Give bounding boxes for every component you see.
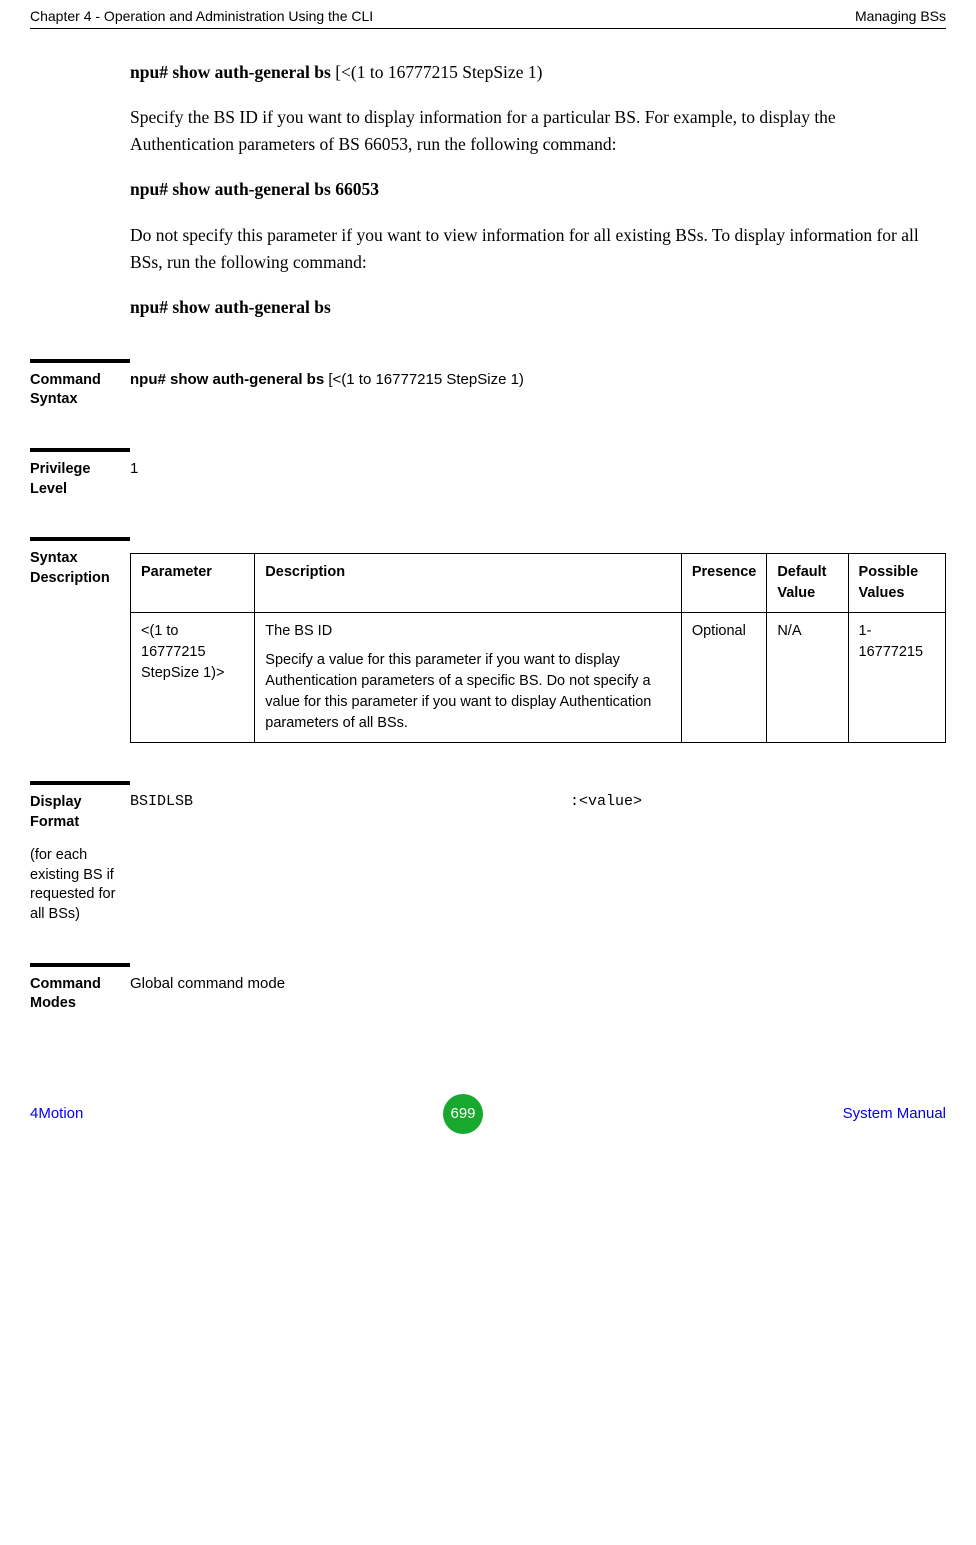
paragraph-1: Specify the BS ID if you want to display… bbox=[130, 104, 936, 158]
td-description: The BS ID Specify a value for this param… bbox=[255, 613, 682, 743]
content-command-syntax: npu# show auth-general bs [<(1 to 167772… bbox=[130, 359, 946, 390]
section-display-format: Display Format (for each existing BS if … bbox=[30, 781, 946, 924]
label-syntax-description: Syntax Description bbox=[30, 537, 130, 588]
command-line-3: npu# show auth-general bs bbox=[130, 294, 936, 321]
desc-p2: Specify a value for this parameter if yo… bbox=[265, 650, 671, 734]
content-command-modes: Global command mode bbox=[130, 963, 946, 994]
label-command-syntax: Command Syntax bbox=[30, 359, 130, 410]
cmd-syntax-rest: [<(1 to 16777215 StepSize 1) bbox=[328, 371, 524, 388]
desc-p1: The BS ID bbox=[265, 621, 671, 642]
label-command-modes: Command Modes bbox=[30, 963, 130, 1014]
display-format-key: BSIDLSB bbox=[130, 791, 570, 812]
td-default-value: N/A bbox=[767, 613, 848, 743]
command-line-2: npu# show auth-general bs 66053 bbox=[130, 176, 936, 203]
syntax-table: Parameter Description Presence Default V… bbox=[130, 553, 946, 743]
section-syntax-description: Syntax Description Parameter Description… bbox=[30, 537, 946, 743]
td-parameter: <(1 to 16777215 StepSize 1)> bbox=[131, 613, 255, 743]
section-command-modes: Command Modes Global command mode bbox=[30, 963, 946, 1014]
header-right: Managing BSs bbox=[855, 8, 946, 24]
section-command-syntax: Command Syntax npu# show auth-general bs… bbox=[30, 359, 946, 410]
content-privilege-level: 1 bbox=[130, 448, 946, 479]
label-privilege-level: Privilege Level bbox=[30, 448, 130, 499]
table-row: <(1 to 16777215 StepSize 1)> The BS ID S… bbox=[131, 613, 946, 743]
table-header-row: Parameter Description Presence Default V… bbox=[131, 554, 946, 613]
page-number-badge: 699 bbox=[443, 1094, 483, 1134]
header-rule bbox=[30, 28, 946, 29]
page-footer: 4Motion 699 System Manual bbox=[0, 1094, 976, 1152]
footer-left: 4Motion bbox=[30, 1105, 83, 1122]
label-display-format: Display Format (for each existing BS if … bbox=[30, 781, 130, 924]
paragraph-2: Do not specify this parameter if you wan… bbox=[130, 222, 936, 276]
page-header: Chapter 4 - Operation and Administration… bbox=[30, 0, 946, 28]
th-description: Description bbox=[255, 554, 682, 613]
content-syntax-description: Parameter Description Presence Default V… bbox=[130, 537, 946, 743]
th-possible-values: Possible Values bbox=[848, 554, 945, 613]
cmd1-bold: npu# show auth-general bs bbox=[130, 62, 335, 82]
header-left: Chapter 4 - Operation and Administration… bbox=[30, 8, 373, 24]
th-parameter: Parameter bbox=[131, 554, 255, 613]
body-content: npu# show auth-general bs [<(1 to 167772… bbox=[130, 59, 936, 321]
th-presence: Presence bbox=[681, 554, 767, 613]
command-line-1: npu# show auth-general bs [<(1 to 167772… bbox=[130, 59, 936, 86]
th-default-value: Default Value bbox=[767, 554, 848, 613]
cmd1-args: [<(1 to 16777215 StepSize 1) bbox=[335, 62, 542, 82]
td-presence: Optional bbox=[681, 613, 767, 743]
content-display-format: BSIDLSB :<value> bbox=[130, 781, 946, 812]
display-format-value: :<value> bbox=[570, 791, 642, 812]
footer-right: System Manual bbox=[843, 1105, 946, 1122]
display-format-line: BSIDLSB :<value> bbox=[130, 791, 946, 812]
label-display-format-sub: (for each existing BS if requested for a… bbox=[30, 846, 124, 924]
td-possible-values: 1-16777215 bbox=[848, 613, 945, 743]
cmd-syntax-bold: npu# show auth-general bs bbox=[130, 371, 328, 388]
label-display-format-main: Display Format bbox=[30, 794, 82, 830]
section-privilege-level: Privilege Level 1 bbox=[30, 448, 946, 499]
